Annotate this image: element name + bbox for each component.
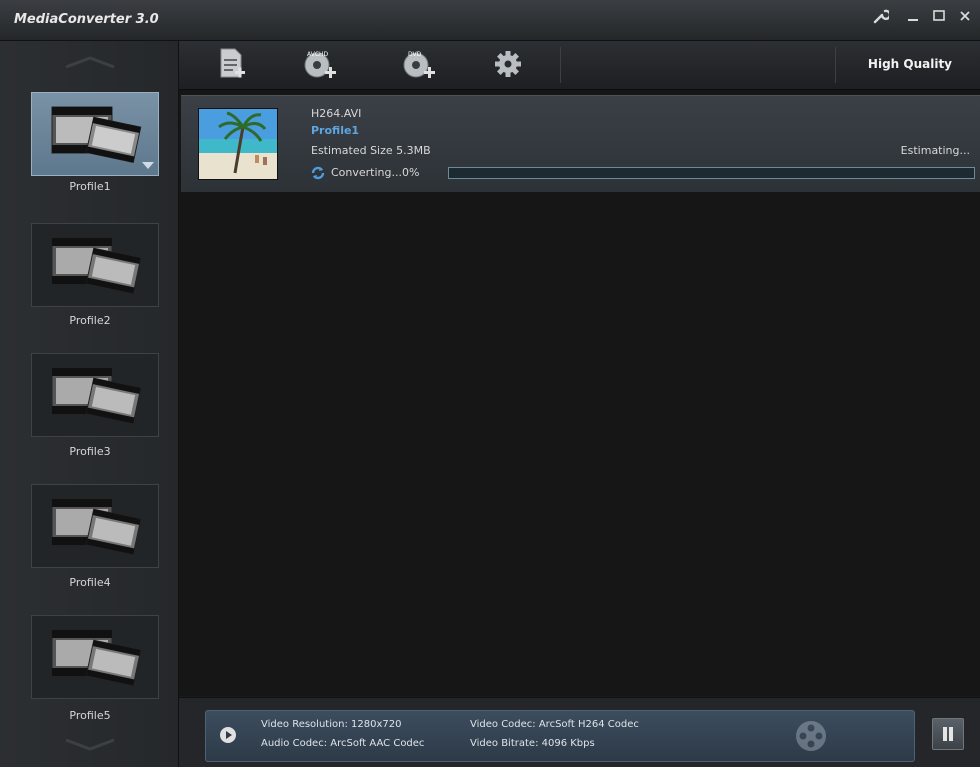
quality-selector[interactable]: High Quality	[868, 57, 952, 71]
conversion-status: Converting...0%	[331, 166, 420, 179]
settings-button[interactable]	[490, 47, 530, 83]
time-estimate: Estimating...	[900, 144, 970, 157]
dropdown-arrow-icon[interactable]	[142, 162, 154, 169]
film-reel-icon	[51, 629, 142, 686]
profile-name: Profile1	[311, 124, 360, 137]
profile-2-card[interactable]	[31, 223, 159, 307]
profile-3-label: Profile3	[69, 445, 111, 458]
video-thumbnail	[198, 108, 278, 180]
file-name: H264.AVI	[311, 107, 362, 120]
toolbar-divider	[560, 47, 561, 83]
settings-gear-icon	[495, 51, 521, 77]
svg-text:AVCHD: AVCHD	[307, 51, 329, 58]
film-reel-icon	[51, 106, 142, 163]
add-file-icon	[220, 48, 245, 78]
refresh-icon	[311, 166, 325, 180]
scroll-up-icon[interactable]	[62, 55, 118, 69]
wrench-icon[interactable]	[870, 8, 892, 30]
profile-sidebar: Profile1 Profile2 Profile3 Profile4 Prof…	[0, 41, 179, 767]
film-reel-icon	[51, 237, 142, 294]
pause-button[interactable]	[932, 718, 964, 750]
toolbar-divider	[835, 47, 836, 83]
add-file-button[interactable]	[213, 47, 253, 83]
profile-4-card[interactable]	[31, 484, 159, 568]
film-reel-icon	[51, 498, 142, 555]
conversion-item[interactable]: H264.AVI Profile1 Estimated Size 5.3MB C…	[181, 95, 980, 192]
estimated-size: Estimated Size 5.3MB	[311, 144, 431, 157]
conversion-list: H264.AVI Profile1 Estimated Size 5.3MB C…	[179, 90, 980, 696]
film-reel-icon	[796, 721, 826, 751]
profile-5-label: Profile5	[69, 709, 111, 722]
progress-bar	[448, 167, 975, 179]
title-bar[interactable]: MediaConverter 3.0	[0, 0, 980, 41]
add-dvd-icon: DVD	[403, 51, 435, 78]
video-resolution: Video Resolution: 1280x720	[261, 719, 402, 730]
add-avchd-icon: AVCHD	[304, 51, 336, 78]
svg-text:DVD: DVD	[408, 51, 422, 58]
add-dvd-button[interactable]: DVD	[398, 47, 438, 83]
play-icon[interactable]	[220, 727, 236, 743]
app-window: MediaConverter 3.0 Profile1 Profile2 Pro…	[0, 0, 980, 767]
toolbar: AVCHD DVD High Quality	[179, 41, 980, 90]
profile-5-card[interactable]	[31, 615, 159, 699]
video-bitrate: Video Bitrate: 4096 Kbps	[470, 738, 595, 749]
video-codec: Video Codec: ArcSoft H264 Codec	[470, 719, 639, 730]
profile-2-label: Profile2	[69, 314, 111, 327]
maximize-icon[interactable]	[928, 8, 950, 30]
audio-codec: Audio Codec: ArcSoft AAC Codec	[261, 738, 425, 749]
minimize-icon[interactable]	[902, 8, 924, 30]
profile-1-card[interactable]	[31, 92, 159, 176]
profile-3-card[interactable]	[31, 353, 159, 437]
info-panel: Video Resolution: 1280x720 Audio Codec: …	[205, 710, 915, 762]
close-icon[interactable]	[954, 8, 976, 30]
add-avchd-button[interactable]: AVCHD	[299, 47, 339, 83]
profile-4-label: Profile4	[69, 576, 111, 589]
window-title: MediaConverter 3.0	[14, 12, 159, 27]
film-reel-icon	[51, 367, 142, 424]
bottom-bar: Video Resolution: 1280x720 Audio Codec: …	[179, 697, 980, 767]
scroll-down-icon[interactable]	[62, 737, 118, 751]
profile-1-label: Profile1	[69, 180, 111, 193]
